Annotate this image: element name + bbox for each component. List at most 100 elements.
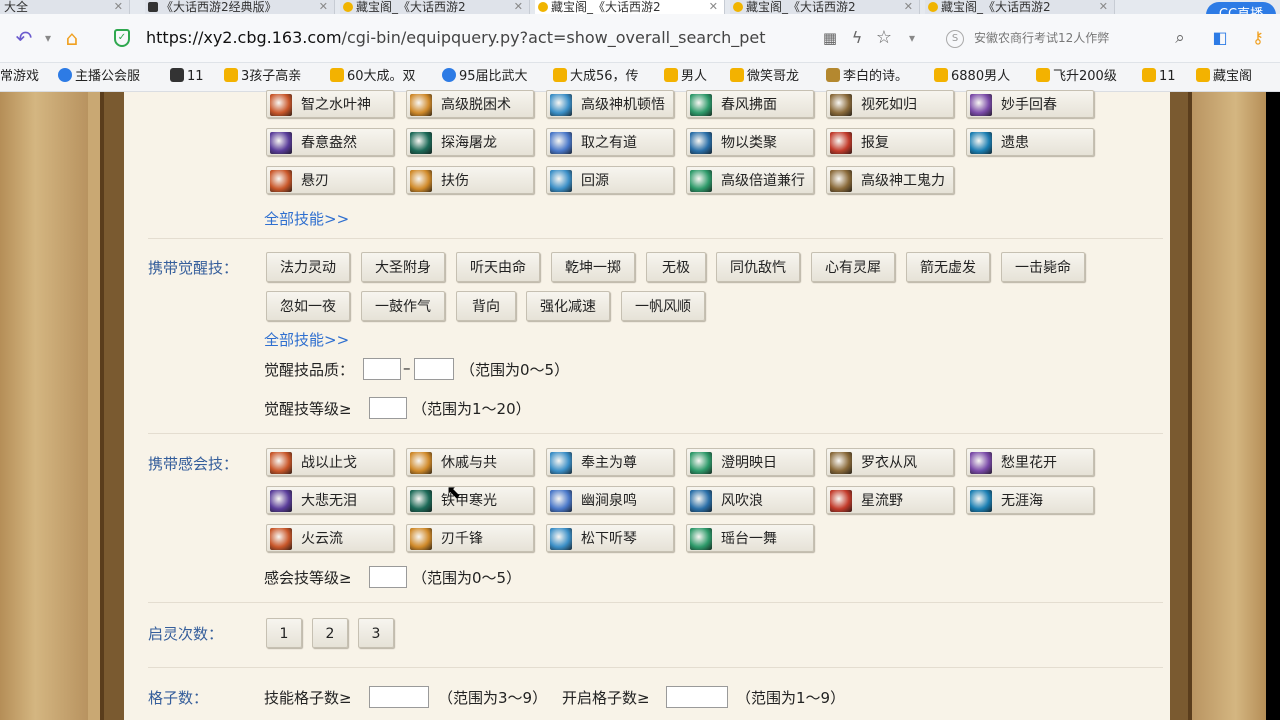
awaken-level-input[interactable]: [369, 397, 407, 419]
awaken-skill-button[interactable]: 同仇敌忾: [716, 252, 800, 282]
skill-icon: [690, 170, 712, 192]
skill-button[interactable]: 遗患: [966, 128, 1094, 156]
skill-button[interactable]: 休戚与共: [406, 448, 534, 476]
home-icon[interactable]: ⌂: [58, 24, 86, 52]
qiling-option-2[interactable]: 2: [312, 618, 348, 648]
skill-button[interactable]: 澄明映日: [686, 448, 814, 476]
awaken-skill-button[interactable]: 强化减速: [526, 291, 610, 321]
range-dash: –: [403, 359, 411, 377]
awaken-skill-button[interactable]: 一鼓作气: [361, 291, 445, 321]
skill-button[interactable]: 春意盎然: [266, 128, 394, 156]
awaken-skill-button[interactable]: 心有灵犀: [811, 252, 895, 282]
skill-button[interactable]: 铁甲寒光: [406, 486, 534, 514]
skill-button[interactable]: 风吹浪: [686, 486, 814, 514]
skill-button[interactable]: 报复: [826, 128, 954, 156]
bookmark-item[interactable]: 60大成。双: [330, 63, 416, 91]
skill-button[interactable]: 春风拂面: [686, 90, 814, 118]
bookmark-item[interactable]: 男人: [664, 63, 707, 91]
search-input[interactable]: 安徽农商行考试12人作弊: [974, 24, 1154, 52]
bookmark-item[interactable]: 微笑哥龙: [730, 63, 799, 91]
skill-button[interactable]: 瑶台一舞: [686, 524, 814, 552]
bookmark-item[interactable]: 大成56，传: [553, 63, 639, 91]
skill-button[interactable]: 战以止戈: [266, 448, 394, 476]
lightning-icon[interactable]: ϟ: [843, 24, 871, 52]
skill-button[interactable]: 探海屠龙: [406, 128, 534, 156]
close-icon[interactable]: ✕: [514, 0, 523, 14]
skill-button[interactable]: 高级倍道兼行: [686, 166, 814, 194]
frame-left: [100, 92, 124, 720]
skill-button[interactable]: 悬刃: [266, 166, 394, 194]
bookmark-item[interactable]: 主播公会服: [58, 63, 140, 91]
close-icon[interactable]: ✕: [1099, 0, 1108, 14]
close-icon[interactable]: ✕: [319, 0, 328, 14]
tab-1[interactable]: 《大话西游2经典版》 ✕: [145, 0, 335, 14]
awaken-skill-button[interactable]: 箭无虚发: [906, 252, 990, 282]
star-icon[interactable]: ☆: [870, 24, 898, 52]
skill-button[interactable]: 取之有道: [546, 128, 674, 156]
skill-button[interactable]: 高级神机顿悟: [546, 90, 674, 118]
skill-button[interactable]: 无涯海: [966, 486, 1094, 514]
bookmark-item[interactable]: 藏宝阁: [1196, 63, 1252, 91]
url-field[interactable]: https://xy2.cbg.163.com/cgi-bin/equipque…: [146, 25, 846, 51]
skill-button[interactable]: 扶伤: [406, 166, 534, 194]
skill-button[interactable]: 奉主为尊: [546, 448, 674, 476]
key-icon[interactable]: ⚷: [1244, 24, 1272, 52]
skill-button[interactable]: 视死如归: [826, 90, 954, 118]
bookmark-item[interactable]: 6880男人: [934, 63, 1010, 91]
awaken-quality-min-input[interactable]: [363, 358, 401, 380]
skill-button[interactable]: 愁里花开: [966, 448, 1094, 476]
close-icon[interactable]: ✕: [709, 0, 718, 14]
qiling-option-1[interactable]: 1: [266, 618, 302, 648]
tab-5[interactable]: 藏宝阁_《大话西游2 ✕: [925, 0, 1115, 14]
skill-button[interactable]: 回源: [546, 166, 674, 194]
skill-button[interactable]: 火云流: [266, 524, 394, 552]
skill-button[interactable]: 松下听琴: [546, 524, 674, 552]
bookmark-item[interactable]: 李白的诗。: [826, 63, 908, 91]
skill-button[interactable]: 智之水叶神: [266, 90, 394, 118]
awaken-skill-button[interactable]: 听天由命: [456, 252, 540, 282]
awaken-skill-button[interactable]: 忽如一夜: [266, 291, 350, 321]
skill-button[interactable]: 妙手回春: [966, 90, 1094, 118]
extension-icon[interactable]: ◧: [1206, 24, 1234, 52]
divider: [148, 433, 1163, 434]
tab-2[interactable]: 藏宝阁_《大话西游2 ✕: [340, 0, 530, 14]
skill-button[interactable]: 高级脱困术: [406, 90, 534, 118]
awaken-skill-button[interactable]: 法力灵动: [266, 252, 350, 282]
tab-0[interactable]: 大全 ✕: [0, 0, 130, 14]
skill-icon: [690, 490, 712, 512]
bookmark-item[interactable]: 飞升200级: [1036, 63, 1117, 91]
bookmark-item[interactable]: 3孩子高亲: [224, 63, 301, 91]
skill-button[interactable]: 罗衣从风: [826, 448, 954, 476]
skill-button[interactable]: 物以类聚: [686, 128, 814, 156]
skill-button[interactable]: 幽涧泉鸣: [546, 486, 674, 514]
awaken-skill-button[interactable]: 无极: [646, 252, 706, 282]
search-icon[interactable]: ⌕: [1166, 24, 1194, 52]
awaken-quality-max-input[interactable]: [414, 358, 454, 380]
bookmark-item[interactable]: 11: [170, 63, 204, 91]
skill-button[interactable]: 高级神工鬼力: [826, 166, 954, 194]
ganhui-level-input[interactable]: [369, 566, 407, 588]
awaken-skill-button[interactable]: 一帆风顺: [621, 291, 705, 321]
tab-4[interactable]: 藏宝阁_《大话西游2 ✕: [730, 0, 920, 14]
awaken-skill-button[interactable]: 一击毙命: [1001, 252, 1085, 282]
chevron-down-icon[interactable]: ▾: [898, 24, 926, 52]
all-skills-link[interactable]: 全部技能>>: [264, 208, 349, 229]
bookmark-item[interactable]: 常游戏: [0, 63, 39, 91]
all-awaken-skills-link[interactable]: 全部技能>>: [264, 329, 349, 350]
close-icon[interactable]: ✕: [904, 0, 913, 14]
bookmark-item[interactable]: 11: [1142, 63, 1176, 91]
awaken-skill-button[interactable]: 大圣附身: [361, 252, 445, 282]
grid-icon[interactable]: ▦: [816, 24, 844, 52]
bookmark-item[interactable]: 95届比武大: [442, 63, 528, 91]
awaken-skill-button[interactable]: 乾坤一掷: [551, 252, 635, 282]
tab-3[interactable]: 藏宝阁_《大话西游2 ✕: [535, 0, 725, 14]
awaken-skill-button[interactable]: 背向: [456, 291, 516, 321]
close-icon[interactable]: ✕: [114, 0, 123, 14]
qiling-option-3[interactable]: 3: [358, 618, 394, 648]
divider: [148, 602, 1163, 603]
skill-button[interactable]: 大悲无泪: [266, 486, 394, 514]
skill-button[interactable]: 刃千锋: [406, 524, 534, 552]
skill-button[interactable]: 星流野: [826, 486, 954, 514]
open-slot-input[interactable]: [666, 686, 728, 708]
skill-slot-input[interactable]: [369, 686, 429, 708]
